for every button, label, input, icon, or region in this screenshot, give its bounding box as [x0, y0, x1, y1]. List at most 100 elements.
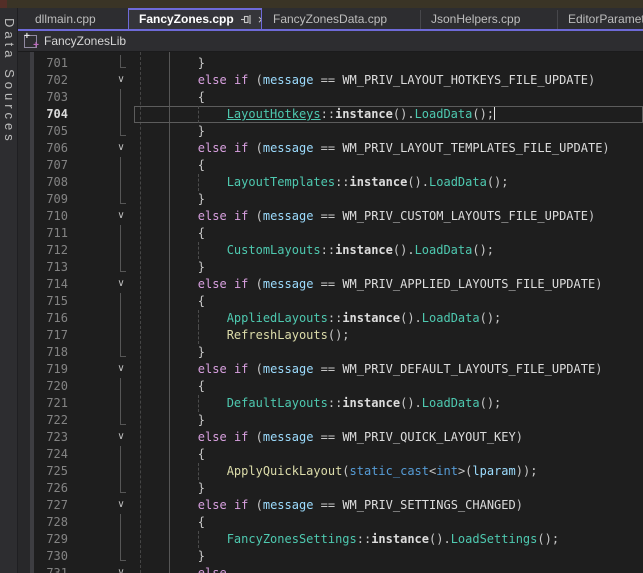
code-text: }: [140, 480, 205, 497]
line-number: 713: [32, 259, 68, 276]
code-line[interactable]: 729 FancyZonesSettings::instance().LoadS…: [18, 531, 643, 548]
fold-chevron-icon[interactable]: ∨: [115, 361, 127, 377]
fold-extent-line: [120, 463, 121, 480]
code-line[interactable]: 727∨ else if (message == WM_PRIV_SETTING…: [18, 497, 643, 514]
tab-dllmain-cpp[interactable]: dllmain.cpp: [25, 10, 125, 29]
breadcrumb-project[interactable]: FancyZonesLib: [44, 34, 126, 48]
vs-editor-window: Data Sources dllmain.cppFancyZones.cpp×F…: [0, 0, 643, 573]
line-number: 707: [32, 157, 68, 174]
code-text: }: [140, 412, 205, 429]
code-line[interactable]: 718 }: [18, 344, 643, 361]
line-number: 724: [32, 446, 68, 463]
fold-extent-line: [120, 514, 121, 531]
fold-extent-line: [120, 259, 121, 271]
code-lines: 701 }702∨ else if (message == WM_PRIV_LA…: [18, 55, 643, 573]
code-text: LayoutTemplates::instance().LoadData();: [140, 174, 509, 191]
code-line[interactable]: 701 }: [18, 55, 643, 72]
fold-extent-line: [120, 378, 121, 395]
code-line[interactable]: 714∨ else if (message == WM_PRIV_APPLIED…: [18, 276, 643, 293]
tab-jsonhelpers-cpp[interactable]: JsonHelpers.cpp: [421, 10, 558, 29]
line-number: 703: [32, 89, 68, 106]
line-number: 711: [32, 225, 68, 242]
code-text: }: [140, 259, 205, 276]
code-line[interactable]: 710∨ else if (message == WM_PRIV_CUSTOM_…: [18, 208, 643, 225]
fold-extent-line: [120, 203, 126, 204]
code-text: else if (message == WM_PRIV_QUICK_LAYOUT…: [140, 429, 523, 446]
tab-fancyzones-cpp[interactable]: FancyZones.cpp×: [128, 8, 262, 29]
code-line[interactable]: 720 {: [18, 378, 643, 395]
fold-extent-line: [120, 55, 121, 67]
fold-extent-line: [120, 174, 121, 191]
code-text: {: [140, 89, 205, 106]
close-icon[interactable]: ×: [258, 13, 262, 26]
code-line[interactable]: 708 LayoutTemplates::instance().LoadData…: [18, 174, 643, 191]
code-text: else if (message == WM_PRIV_LAYOUT_TEMPL…: [140, 140, 610, 157]
code-line[interactable]: 702∨ else if (message == WM_PRIV_LAYOUT_…: [18, 72, 643, 89]
tab-fancyzonesdata-cpp[interactable]: FancyZonesData.cpp: [263, 10, 421, 29]
code-line[interactable]: 719∨ else if (message == WM_PRIV_DEFAULT…: [18, 361, 643, 378]
code-text: {: [140, 157, 205, 174]
code-line[interactable]: 722 }: [18, 412, 643, 429]
code-line[interactable]: 731∨ else: [18, 565, 643, 573]
code-line[interactable]: 706 ∨ else if (message == WM_PRIV_LAYOUT_…: [18, 140, 643, 157]
fold-extent-line: [120, 89, 121, 106]
left-dock-bar: Data Sources: [0, 8, 18, 573]
code-text: }: [140, 123, 205, 140]
fold-chevron-icon[interactable]: ∨: [115, 208, 127, 224]
fold-chevron-icon[interactable]: ∨: [115, 72, 127, 88]
side-tab-data-sources[interactable]: Data Sources: [2, 18, 17, 145]
code-line[interactable]: 717 RefreshLayouts();: [18, 327, 643, 344]
fold-extent-line: [120, 106, 121, 123]
cpp-project-icon: + +: [24, 35, 37, 48]
line-number: 717: [32, 327, 68, 344]
code-line[interactable]: 725 ApplyQuickLayout(static_cast<int>(lp…: [18, 463, 643, 480]
line-number: 726: [32, 480, 68, 497]
code-line[interactable]: 730 }: [18, 548, 643, 565]
code-text: else if (message == WM_PRIV_SETTINGS_CHA…: [140, 497, 523, 514]
fold-chevron-icon[interactable]: ∨: [115, 429, 127, 445]
code-line[interactable]: 724 {: [18, 446, 643, 463]
code-line[interactable]: 728 {: [18, 514, 643, 531]
fold-chevron-icon[interactable]: ∨: [115, 497, 127, 513]
line-number: 701: [32, 55, 68, 72]
code-line[interactable]: 721 DefaultLayouts::instance().LoadData(…: [18, 395, 643, 412]
fold-extent-line: [120, 327, 121, 344]
code-line[interactable]: 703 {: [18, 89, 643, 106]
fold-extent-line: [120, 157, 121, 174]
code-text: {: [140, 446, 205, 463]
code-text: {: [140, 378, 205, 395]
code-text: }: [140, 548, 205, 565]
pin-icon[interactable]: [240, 13, 253, 26]
fold-extent-line: [120, 548, 121, 560]
code-line[interactable]: 715 {: [18, 293, 643, 310]
fold-extent-line: [120, 560, 126, 561]
code-line[interactable]: 712 CustomLayouts::instance().LoadData()…: [18, 242, 643, 259]
fold-chevron-icon[interactable]: ∨: [115, 276, 127, 292]
fold-extent-line: [120, 135, 126, 136]
fold-extent-line: [120, 123, 121, 135]
code-text: else if (message == WM_PRIV_APPLIED_LAYO…: [140, 276, 602, 293]
fold-extent-line: [120, 67, 126, 68]
code-text: }: [140, 191, 205, 208]
code-text: ApplyQuickLayout(static_cast<int>(lparam…: [140, 463, 537, 480]
code-line[interactable]: 705 }: [18, 123, 643, 140]
line-number: 705: [32, 123, 68, 140]
code-line[interactable]: 707 {: [18, 157, 643, 174]
tab-editorparamete[interactable]: EditorParamete: [558, 10, 643, 29]
line-number: 706: [32, 140, 68, 157]
code-line[interactable]: 726 }: [18, 480, 643, 497]
code-line[interactable]: 713 }: [18, 259, 643, 276]
line-number: 709: [32, 191, 68, 208]
code-line[interactable]: 716 AppliedLayouts::instance().LoadData(…: [18, 310, 643, 327]
code-line[interactable]: 704 LayoutHotkeys::instance().LoadData()…: [18, 106, 643, 123]
code-text: }: [140, 344, 205, 361]
line-number: 723: [32, 429, 68, 446]
code-line[interactable]: 723 ∨ else if (message == WM_PRIV_QUICK_L…: [18, 429, 643, 446]
fold-chevron-icon[interactable]: ∨: [115, 565, 127, 573]
line-number: 704: [32, 106, 68, 123]
fold-chevron-icon[interactable]: ∨: [115, 140, 127, 156]
code-line[interactable]: 711 {: [18, 225, 643, 242]
line-number: 702: [32, 72, 68, 89]
line-number: 721: [32, 395, 68, 412]
code-line[interactable]: 709 }: [18, 191, 643, 208]
